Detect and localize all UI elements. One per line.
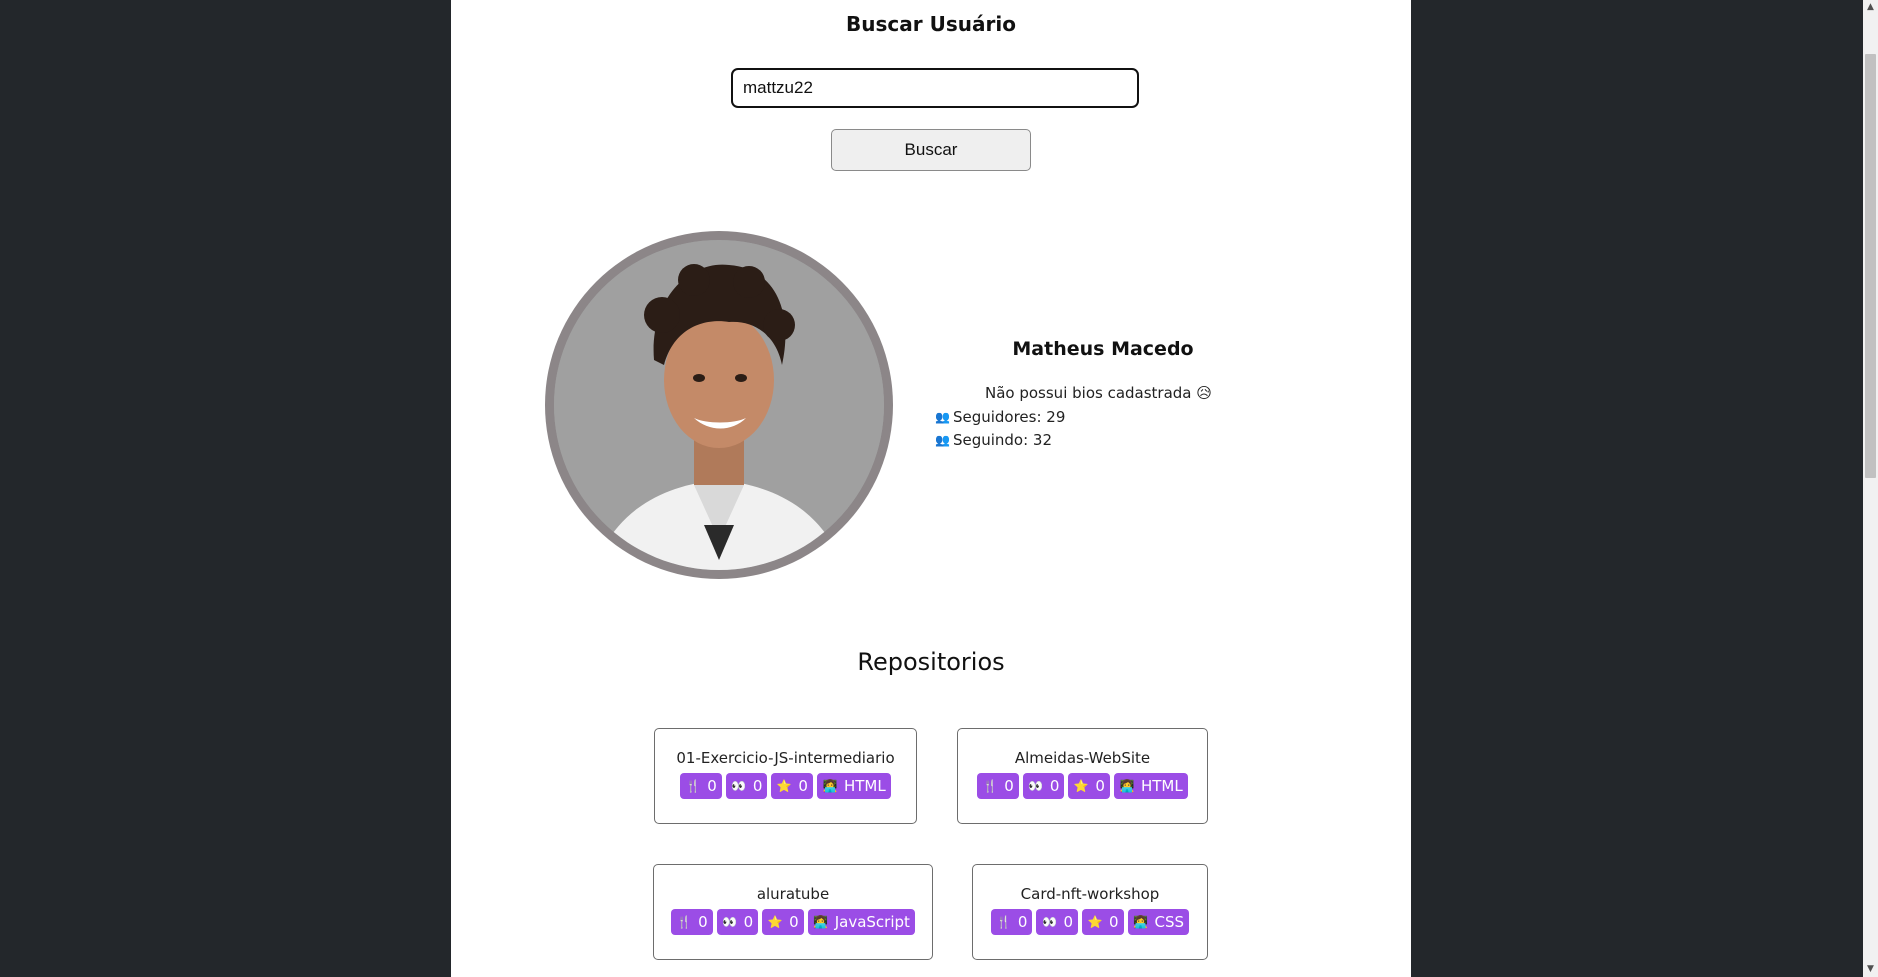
developer-icon: 👩‍💻 [1119, 779, 1135, 793]
repo-name: Card-nft-workshop [1020, 885, 1160, 903]
repo-name: Almeidas-WebSite [1014, 749, 1151, 767]
star-icon: ⭐ [776, 779, 792, 793]
following-label: Seguindo: 32 [952, 431, 1053, 449]
scroll-down-icon[interactable]: ▼ [1863, 962, 1878, 977]
avatar-ring [545, 231, 893, 579]
following-stat: 👥 Seguindo: 32 [935, 431, 1052, 449]
repo-card[interactable]: Card-nft-workshop 🍴 0 👀 0 ⭐ 0 👩‍💻 CSS [972, 864, 1208, 960]
forks-badge: 🍴 0 [990, 909, 1033, 935]
search-title: Buscar Usuário [846, 12, 1016, 36]
repo-badges: 🍴 0 👀 0 ⭐ 0 👩‍💻 CSS [973, 909, 1207, 935]
developer-icon: 👩‍💻 [1133, 915, 1149, 929]
forks-badge: 🍴 0 [680, 773, 722, 799]
username-search-input[interactable] [731, 68, 1139, 108]
star-icon: ⭐ [1073, 779, 1089, 793]
repo-card[interactable]: Almeidas-WebSite 🍴 0 👀 0 ⭐ 0 👩‍💻 HTML [957, 728, 1208, 824]
stars-badge: ⭐ 0 [1068, 773, 1110, 799]
eyes-icon: 👀 [1041, 915, 1057, 929]
fork-icon: 🍴 [676, 915, 692, 929]
scroll-up-icon[interactable]: ▲ [1863, 0, 1878, 15]
followers-stat: 👥 Seguidores: 29 [935, 408, 1065, 426]
eyes-icon: 👀 [731, 779, 747, 793]
fork-icon: 🍴 [982, 779, 998, 793]
watchers-badge: 👀 0 [1022, 773, 1065, 799]
repositories-title: Repositorios [857, 648, 1005, 676]
stars-badge: ⭐ 0 [771, 773, 813, 799]
watchers-badge: 👀 0 [716, 909, 759, 935]
forks-badge: 🍴 0 [977, 773, 1019, 799]
star-icon: ⭐ [1087, 915, 1103, 929]
search-button[interactable]: Buscar [831, 129, 1031, 171]
eyes-icon: 👀 [722, 915, 738, 929]
repo-badges: 🍴 0 👀 0 ⭐ 0 👩‍💻 HTML [655, 773, 916, 799]
repo-name: 01-Exercicio-JS-intermediario [676, 749, 895, 767]
watchers-badge: 👀 0 [1036, 909, 1078, 935]
language-badge: 👩‍💻 HTML [1113, 773, 1188, 799]
repo-name: aluratube [756, 885, 830, 903]
developer-icon: 👩‍💻 [813, 915, 829, 929]
stars-badge: ⭐ 0 [1082, 909, 1124, 935]
repo-card[interactable]: aluratube 🍴 0 👀 0 ⭐ 0 👩‍💻 JavaScript [653, 864, 933, 960]
users-icon: 👥 [935, 410, 950, 424]
forks-badge: 🍴 0 [671, 909, 713, 935]
watchers-badge: 👀 0 [725, 773, 768, 799]
repo-badges: 🍴 0 👀 0 ⭐ 0 👩‍💻 HTML [958, 773, 1207, 799]
language-badge: 👩‍💻 CSS [1127, 909, 1190, 935]
avatar [554, 240, 884, 570]
main-page: Buscar Usuário Buscar Ma [451, 0, 1411, 977]
repo-badges: 🍴 0 👀 0 ⭐ 0 👩‍💻 JavaScript [654, 909, 932, 935]
fork-icon: 🍴 [996, 915, 1012, 929]
stars-badge: ⭐ 0 [762, 909, 804, 935]
scrollbar-thumb[interactable] [1865, 54, 1876, 478]
avatar-photo [554, 240, 884, 570]
language-badge: 👩‍💻 HTML [816, 773, 891, 799]
users-icon: 👥 [935, 433, 950, 447]
language-badge: 👩‍💻 JavaScript [807, 909, 915, 935]
repo-card[interactable]: 01-Exercicio-JS-intermediario 🍴 0 👀 0 ⭐ 0 👩… [654, 728, 917, 824]
followers-label: Seguidores: 29 [952, 408, 1066, 426]
profile-bio: Não possui bios cadastrada 😥 [985, 384, 1212, 402]
eyes-icon: 👀 [1028, 779, 1044, 793]
developer-icon: 👩‍💻 [822, 779, 838, 793]
profile-name: Matheus Macedo [1012, 338, 1194, 360]
star-icon: ⭐ [767, 915, 783, 929]
fork-icon: 🍴 [685, 779, 701, 793]
